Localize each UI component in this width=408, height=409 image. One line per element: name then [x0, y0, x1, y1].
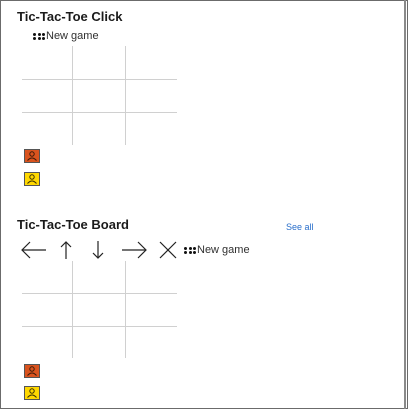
close-icon[interactable] — [158, 240, 178, 260]
grid-dots-icon — [33, 32, 45, 40]
board-controls: New game — [20, 240, 250, 260]
board-cell[interactable] — [22, 327, 72, 358]
board-cell[interactable] — [22, 46, 72, 79]
section-title-click: Tic-Tac-Toe Click — [17, 9, 123, 24]
board-cell[interactable] — [73, 113, 125, 145]
player-1-avatar — [24, 149, 40, 163]
new-game-label: New game — [46, 30, 99, 42]
new-game-label: New game — [197, 244, 250, 256]
new-game-button-click[interactable]: New game — [33, 30, 99, 42]
arrow-up-icon[interactable] — [58, 240, 74, 260]
board-cell[interactable] — [126, 327, 177, 358]
grid-dots-icon — [184, 246, 196, 254]
user-icon — [27, 366, 37, 376]
arrow-right-icon[interactable] — [120, 240, 148, 260]
board-cell[interactable] — [22, 294, 72, 326]
section-title-board: Tic-Tac-Toe Board — [17, 217, 129, 232]
board-cell[interactable] — [126, 261, 177, 293]
board-cell[interactable] — [22, 80, 72, 112]
board-cell[interactable] — [126, 294, 177, 326]
arrow-left-icon[interactable] — [20, 240, 48, 260]
board-cell[interactable] — [73, 294, 125, 326]
board-cell[interactable] — [22, 261, 72, 293]
user-icon — [27, 174, 37, 184]
user-icon — [27, 151, 37, 161]
board-cell[interactable] — [73, 261, 125, 293]
arrow-down-icon[interactable] — [90, 240, 106, 260]
board-cell[interactable] — [73, 46, 125, 79]
board-cell[interactable] — [73, 327, 125, 358]
player-2-avatar — [24, 172, 40, 186]
board-cell[interactable] — [126, 113, 177, 145]
player-1-avatar — [24, 364, 40, 378]
user-icon — [27, 388, 37, 398]
new-game-button-board[interactable]: New game — [184, 244, 250, 256]
scrollbar[interactable] — [404, 0, 406, 409]
board-cell[interactable] — [73, 80, 125, 112]
board-cell[interactable] — [126, 80, 177, 112]
player-2-avatar — [24, 386, 40, 400]
see-all-link[interactable]: See all — [286, 222, 314, 232]
board-cell[interactable] — [126, 46, 177, 79]
board-cell[interactable] — [22, 113, 72, 145]
